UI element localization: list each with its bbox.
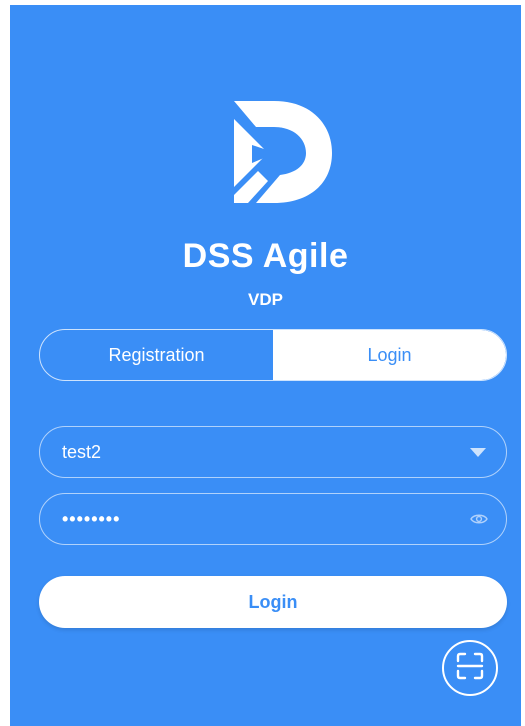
- app-subtitle: VDP: [248, 290, 283, 309]
- dss-logo-icon: [228, 97, 338, 207]
- tab-registration[interactable]: Registration: [40, 330, 273, 380]
- login-button[interactable]: Login: [39, 576, 507, 628]
- password-input[interactable]: ••••••••: [62, 509, 468, 530]
- username-input[interactable]: test2: [62, 442, 470, 463]
- chevron-down-icon[interactable]: [470, 447, 486, 457]
- qr-scan-button[interactable]: [442, 640, 498, 696]
- password-field[interactable]: ••••••••: [39, 493, 507, 545]
- auth-mode-tabs: Registration Login: [39, 329, 507, 381]
- login-screen: DSS Agile VDP Registration Login test2 •…: [10, 5, 521, 726]
- app-title: DSS Agile: [182, 237, 349, 275]
- qr-scan-icon: [455, 651, 485, 686]
- username-field[interactable]: test2: [39, 426, 507, 478]
- eye-icon[interactable]: [468, 508, 490, 530]
- tab-login[interactable]: Login: [273, 330, 506, 380]
